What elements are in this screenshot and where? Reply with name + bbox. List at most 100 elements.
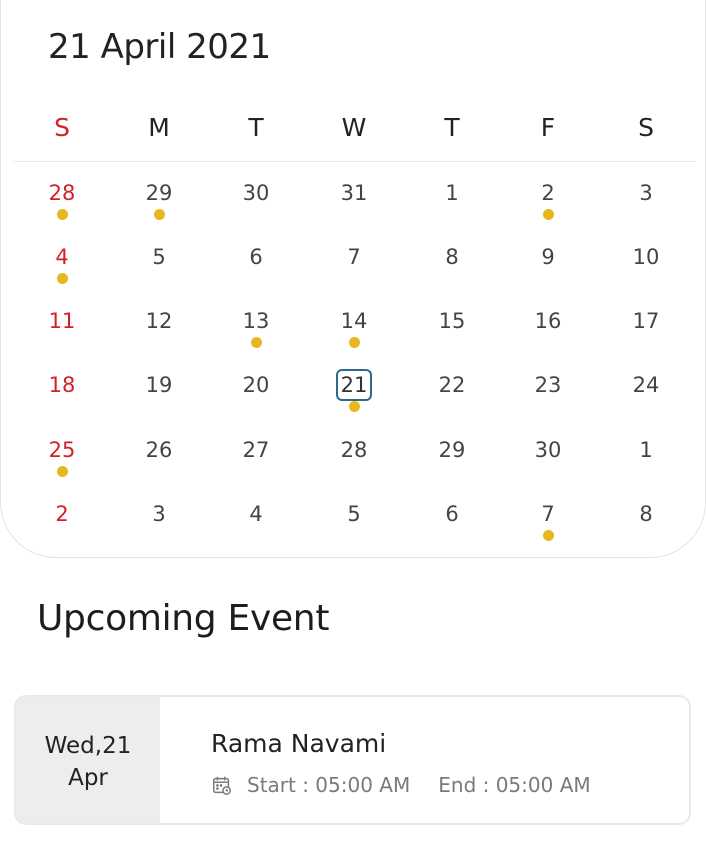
event-dot — [57, 466, 68, 477]
calendar-day[interactable]: 3 — [616, 177, 676, 227]
calendar-day[interactable]: 23 — [518, 369, 578, 419]
day-number: 3 — [152, 502, 166, 526]
day-number: 4 — [249, 502, 263, 526]
day-number: 5 — [152, 245, 166, 269]
calendar-day[interactable]: 8 — [422, 241, 482, 291]
calendar-day[interactable]: 30 — [226, 177, 286, 227]
day-number: 13 — [242, 309, 270, 333]
calendar-day[interactable]: 28 — [32, 177, 92, 227]
calendar-day[interactable]: 29 — [422, 434, 482, 484]
calendar-day[interactable]: 9 — [518, 241, 578, 291]
day-number: 5 — [347, 502, 361, 526]
calendar-day[interactable]: 19 — [129, 369, 189, 419]
day-number: 15 — [438, 309, 466, 333]
calendar-day-today[interactable]: 21 — [324, 369, 384, 419]
day-number: 14 — [340, 309, 368, 333]
day-number: 29 — [145, 181, 173, 205]
day-number: 25 — [48, 438, 76, 462]
calendar-day[interactable]: 1 — [616, 434, 676, 484]
calendar-day[interactable]: 25 — [32, 434, 92, 484]
event-dot — [543, 209, 554, 220]
calendar-day[interactable]: 24 — [616, 369, 676, 419]
event-date-day: Wed,21 — [44, 733, 132, 759]
calendar-day[interactable]: 26 — [129, 434, 189, 484]
event-dot — [57, 273, 68, 284]
day-number: 17 — [632, 309, 660, 333]
calendar-day[interactable]: 18 — [32, 369, 92, 419]
calendar-day[interactable]: 17 — [616, 305, 676, 355]
day-number: 29 — [438, 438, 466, 462]
day-number: 7 — [347, 245, 361, 269]
calendar-day[interactable]: 3 — [129, 498, 189, 548]
calendar-day[interactable]: 5 — [129, 241, 189, 291]
event-dot — [543, 530, 554, 541]
calendar-day[interactable]: 2 — [518, 177, 578, 227]
calendar-day[interactable]: 20 — [226, 369, 286, 419]
day-number: 11 — [48, 309, 76, 333]
calendar-day[interactable]: 16 — [518, 305, 578, 355]
calendar-day[interactable]: 8 — [616, 498, 676, 548]
event-dot — [349, 401, 360, 412]
calendar-day[interactable]: 10 — [616, 241, 676, 291]
day-number: 18 — [48, 373, 76, 397]
upcoming-event-heading: Upcoming Event — [37, 598, 330, 639]
day-number: 28 — [48, 181, 76, 205]
calendar-day[interactable]: 15 — [422, 305, 482, 355]
calendar-day[interactable]: 7 — [518, 498, 578, 548]
day-number: 19 — [145, 373, 173, 397]
day-number: 8 — [639, 502, 653, 526]
calendar-day[interactable]: 22 — [422, 369, 482, 419]
calendar-day[interactable]: 28 — [324, 434, 384, 484]
day-number: 12 — [145, 309, 173, 333]
day-number: 2 — [55, 502, 69, 526]
calendar-card: 21 April 2021 SMTWTFS 28 29 30 31 1 2 3 4 5 6 7 8 9 1… — [0, 0, 706, 558]
calendar-day[interactable]: 12 — [129, 305, 189, 355]
day-number: 26 — [145, 438, 173, 462]
day-number: 3 — [639, 181, 653, 205]
calendar-day[interactable]: 6 — [422, 498, 482, 548]
calendar-day[interactable]: 5 — [324, 498, 384, 548]
day-number: 2 — [541, 181, 555, 205]
event-dot — [57, 209, 68, 220]
day-number: 6 — [249, 245, 263, 269]
day-grid: 28 29 30 31 1 2 3 4 5 6 7 8 9 10 11 12 13 14 15 16 17 18 19 20 2… — [1, 0, 706, 541]
event-end-time: End : 05:00 AM — [438, 773, 591, 797]
day-number: 22 — [438, 373, 466, 397]
calendar-day[interactable]: 14 — [324, 305, 384, 355]
day-number: 31 — [340, 181, 368, 205]
day-number: 8 — [445, 245, 459, 269]
calendar-day[interactable]: 2 — [32, 498, 92, 548]
day-number: 20 — [242, 373, 270, 397]
day-number: 9 — [541, 245, 555, 269]
calendar-day[interactable]: 6 — [226, 241, 286, 291]
calendar-day[interactable]: 31 — [324, 177, 384, 227]
day-number: 1 — [639, 438, 653, 462]
event-card[interactable]: Wed,21 Apr Rama Navami Start : 05:00 AM … — [14, 695, 691, 825]
day-number: 21 — [336, 369, 372, 401]
day-number: 7 — [541, 502, 555, 526]
day-number: 1 — [445, 181, 459, 205]
calendar-day[interactable]: 30 — [518, 434, 578, 484]
day-number: 24 — [632, 373, 660, 397]
event-date-month: Apr — [68, 765, 108, 791]
calendar-day[interactable]: 7 — [324, 241, 384, 291]
calendar-day[interactable]: 27 — [226, 434, 286, 484]
day-number: 30 — [534, 438, 562, 462]
calendar-day[interactable]: 4 — [226, 498, 286, 548]
calendar-day[interactable]: 13 — [226, 305, 286, 355]
day-number: 30 — [242, 181, 270, 205]
calendar-day[interactable]: 11 — [32, 305, 92, 355]
calendar-day[interactable]: 29 — [129, 177, 189, 227]
calendar-clock-icon — [213, 776, 231, 795]
calendar-day[interactable]: 1 — [422, 177, 482, 227]
event-start-time: Start : 05:00 AM — [247, 773, 411, 797]
day-number: 27 — [242, 438, 270, 462]
day-number: 16 — [534, 309, 562, 333]
day-number: 23 — [534, 373, 562, 397]
day-number: 28 — [340, 438, 368, 462]
event-dot — [251, 337, 262, 348]
day-number: 4 — [55, 245, 69, 269]
calendar-day[interactable]: 4 — [32, 241, 92, 291]
day-number: 10 — [632, 245, 660, 269]
event-name: Rama Navami — [211, 729, 387, 758]
